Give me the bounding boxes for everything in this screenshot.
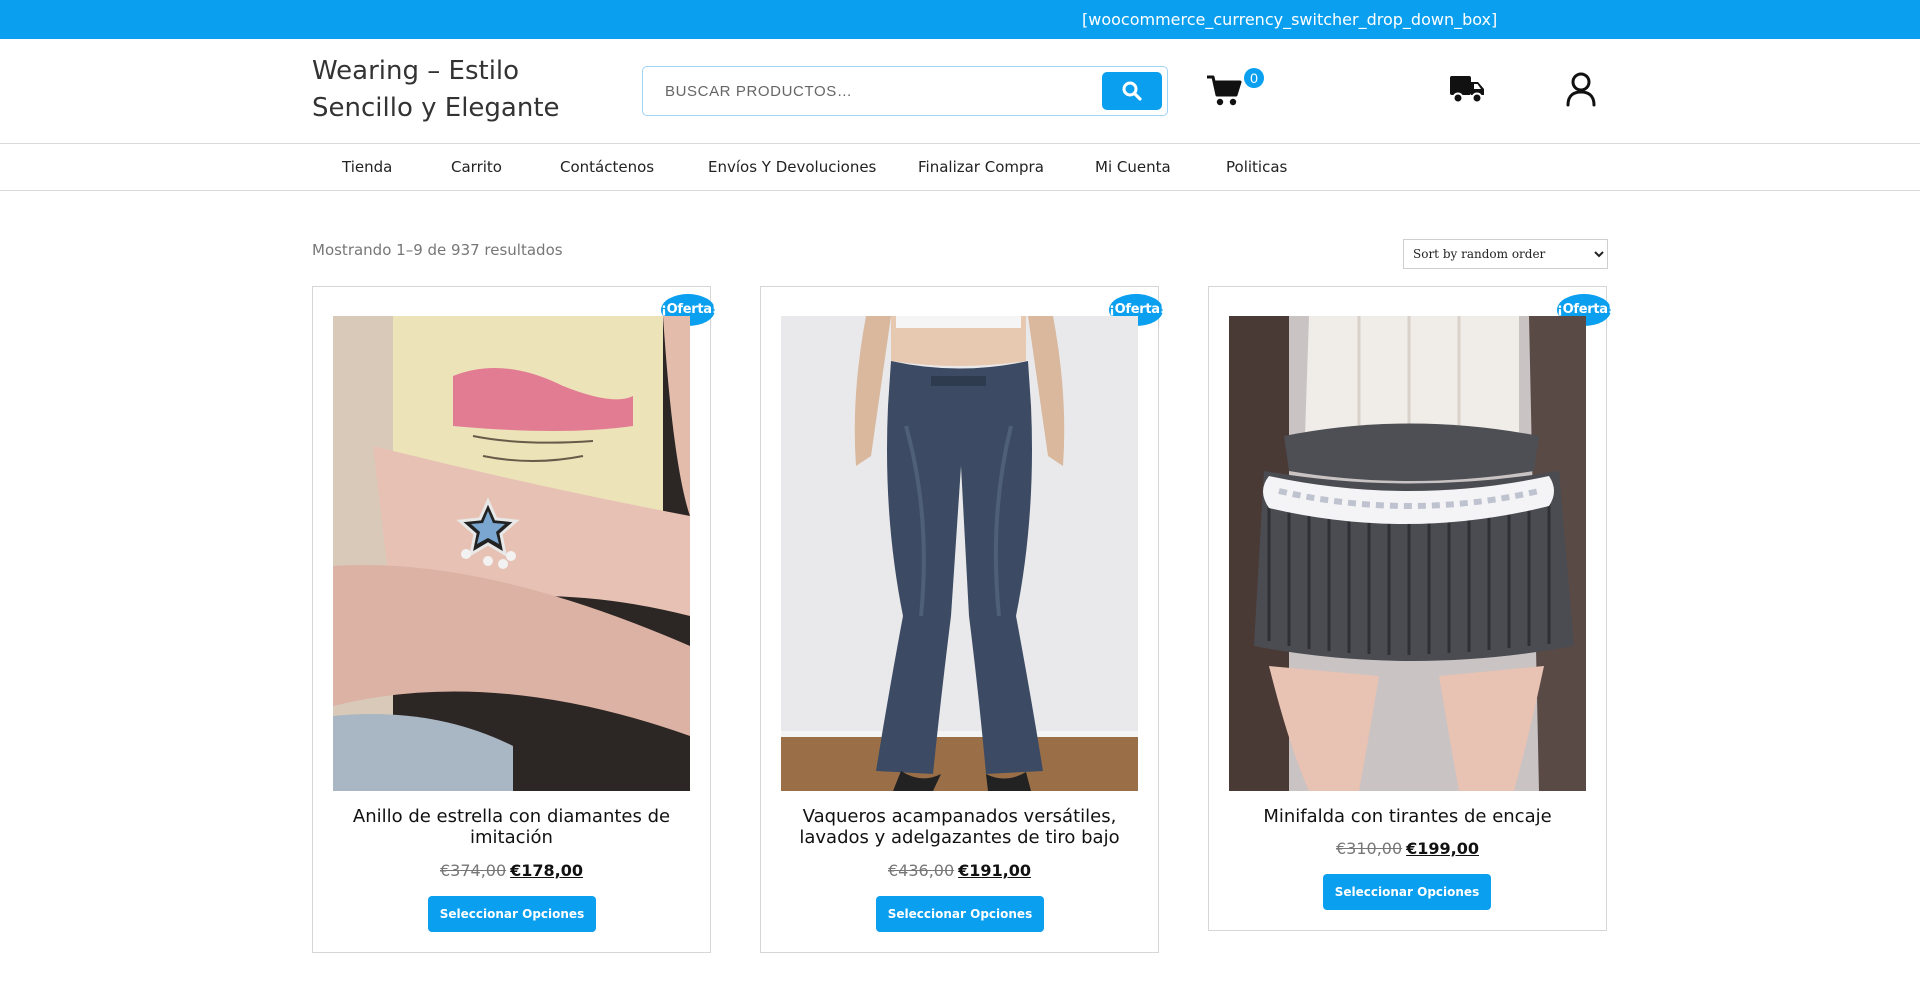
site-title[interactable]: Wearing – Estilo Sencillo y Elegante (312, 53, 612, 127)
currency-switcher-shortcode: [woocommerce_currency_switcher_drop_down… (1082, 10, 1498, 29)
product-title[interactable]: Minifalda con tirantes de encaje (1229, 806, 1586, 827)
nav-item-politicas[interactable]: Politicas (1226, 158, 1287, 176)
sale-price: €199,00 (1406, 839, 1480, 858)
old-price: €310,00 (1335, 839, 1403, 858)
old-price: €374,00 (439, 861, 507, 880)
account-link[interactable] (1565, 71, 1597, 112)
product-image[interactable] (781, 316, 1138, 791)
product-search-form (642, 66, 1168, 116)
product-card: ¡Oferta! Minifalda con tirantes de encaj… (1208, 286, 1614, 931)
sale-price: €178,00 (510, 861, 584, 880)
old-price: €436,00 (887, 861, 955, 880)
orderby-select[interactable]: Sort by random order (1403, 239, 1608, 269)
site-header: Wearing – Estilo Sencillo y Elegante 0 (0, 39, 1920, 144)
product-image[interactable] (333, 316, 690, 791)
result-count: Mostrando 1–9 de 937 resultados (312, 241, 563, 259)
cart-icon (1207, 75, 1242, 106)
nav-item-tienda[interactable]: Tienda (342, 158, 392, 176)
product-price: €310,00 €199,00 (1209, 839, 1606, 858)
product-card: ¡Oferta! Vaqueros acampanados versátiles… (760, 286, 1166, 953)
truck-icon (1450, 76, 1484, 104)
nav-item-mi-cuenta[interactable]: Mi Cuenta (1095, 158, 1171, 176)
search-button[interactable] (1102, 72, 1162, 110)
product-title[interactable]: Vaqueros acampanados versátiles, lavados… (781, 806, 1138, 848)
select-options-button[interactable]: Seleccionar Opciones (1323, 874, 1491, 910)
product-price: €436,00 €191,00 (761, 861, 1158, 880)
nav-item-contactenos[interactable]: Contáctenos (560, 158, 654, 176)
select-options-button[interactable]: Seleccionar Opciones (428, 896, 596, 932)
sale-price: €191,00 (958, 861, 1032, 880)
nav-item-finalizar-compra[interactable]: Finalizar Compra (918, 158, 1044, 176)
search-input[interactable] (643, 67, 1093, 115)
product-title[interactable]: Anillo de estrella con diamantes de imit… (333, 806, 690, 848)
product-image-skirt (1229, 316, 1586, 791)
shipping-link[interactable] (1449, 72, 1486, 109)
account-icon (1566, 72, 1596, 107)
nav-item-carrito[interactable]: Carrito (451, 158, 502, 176)
select-options-button[interactable]: Seleccionar Opciones (876, 896, 1044, 932)
product-card: ¡Oferta! Anillo de estrella con diamante… (312, 286, 718, 953)
product-image[interactable] (1229, 316, 1586, 791)
product-image-jeans (781, 316, 1138, 791)
search-icon (1122, 81, 1142, 101)
top-bar: [woocommerce_currency_switcher_drop_down… (0, 0, 1920, 39)
cart-count-badge: 0 (1244, 68, 1264, 88)
main-navigation: Tienda Carrito Contáctenos Envíos Y Devo… (0, 145, 1920, 191)
product-image-ring (333, 316, 690, 791)
cart-button[interactable]: 0 (1206, 68, 1266, 108)
nav-item-envios-devoluciones[interactable]: Envíos Y Devoluciones (708, 158, 876, 176)
product-price: €374,00 €178,00 (313, 861, 710, 880)
